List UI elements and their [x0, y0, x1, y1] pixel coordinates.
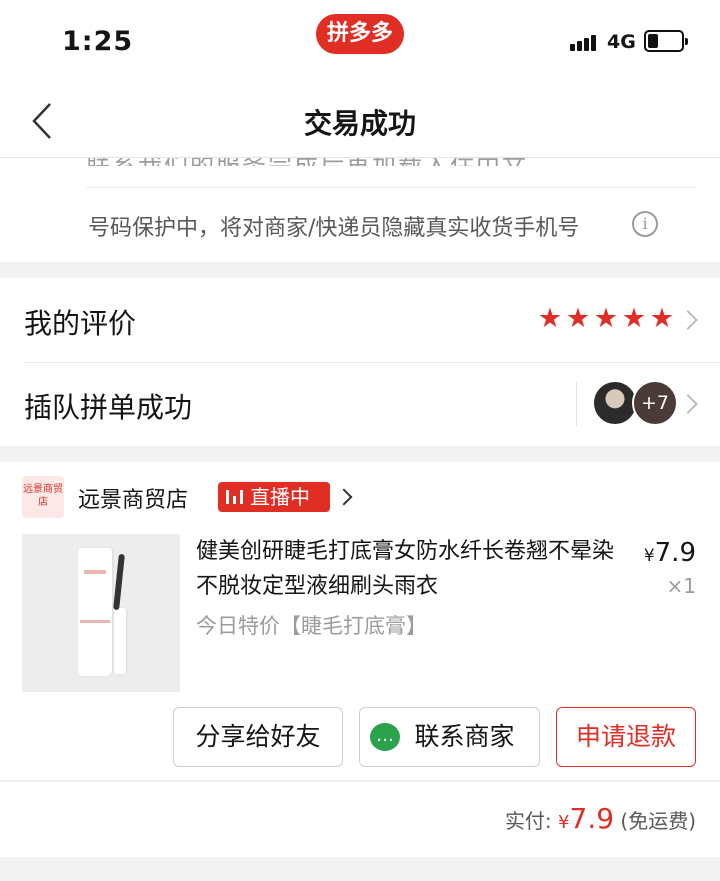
- product-tag: 今日特价【睫毛打底膏】: [196, 614, 427, 638]
- divider: [576, 382, 577, 426]
- star-icon: ★: [621, 303, 647, 334]
- product-price: ¥7.9: [643, 538, 696, 568]
- star-icon: ★: [565, 303, 591, 334]
- group-order-row[interactable]: 插队拼单成功 +7: [0, 362, 720, 446]
- page-title: 交易成功: [303, 107, 416, 140]
- app-badge: 拼多多: [316, 14, 404, 54]
- privacy-note: 号码保护中，将对商家/快递员隐藏真实收货手机号: [88, 216, 580, 241]
- chevron-right-icon[interactable]: [335, 488, 353, 506]
- payment-summary: 实付: ¥7.9 (免运费): [0, 781, 720, 857]
- refund-button[interactable]: 申请退款: [556, 707, 696, 767]
- review-group-section: 我的评价 ★ ★ ★ ★ ★ 插队拼单成功 +7: [0, 278, 720, 446]
- status-time: 1:25: [62, 26, 134, 57]
- divider: [24, 362, 720, 363]
- product-quantity: ×1: [666, 574, 696, 598]
- chevron-right-icon: [678, 394, 698, 414]
- signal-icon: [570, 33, 600, 51]
- star-icon: ★: [649, 303, 675, 334]
- star-icon: ★: [537, 303, 563, 334]
- chevron-right-icon: [678, 310, 698, 330]
- star-icon: ★: [593, 303, 619, 334]
- payment-line: 实付: ¥7.9 (免运费): [504, 802, 696, 835]
- status-bar: 1:25 拼多多 4G: [0, 0, 720, 84]
- avatar-more-count: +7: [632, 380, 678, 426]
- divider: [86, 187, 696, 188]
- group-order-label: 插队拼单成功: [24, 391, 193, 424]
- info-icon[interactable]: i: [632, 211, 658, 237]
- live-icon: [226, 490, 244, 504]
- address-partial-line: 联系我们的服务完成后再加载入住中文: [86, 158, 696, 166]
- battery-icon: [644, 30, 688, 52]
- nav-bar: 交易成功: [0, 84, 720, 158]
- live-badge[interactable]: 直播中: [218, 482, 330, 512]
- product-image[interactable]: [22, 534, 180, 692]
- contact-seller-button[interactable]: … 联系商家: [359, 707, 540, 767]
- address-section: 联系我们的服务完成后再加载入住中文 号码保护中，将对商家/快递员隐藏真实收货手机…: [0, 158, 720, 262]
- shop-name[interactable]: 远景商贸店: [78, 482, 188, 514]
- payment-amount: 7.9: [569, 802, 615, 835]
- product-title[interactable]: 健美创研睫毛打底膏女防水纤长卷翘不晕染不脱妆定型液细刷头雨衣: [196, 534, 626, 604]
- my-review-label: 我的评价: [24, 307, 137, 340]
- network-label: 4G: [607, 31, 636, 53]
- shop-logo[interactable]: 远景商贸店: [22, 476, 64, 518]
- chat-icon: …: [370, 723, 400, 751]
- share-button[interactable]: 分享给好友: [173, 707, 343, 767]
- rating-stars: ★ ★ ★ ★ ★: [537, 303, 675, 334]
- my-review-row[interactable]: 我的评价 ★ ★ ★ ★ ★: [0, 278, 720, 362]
- order-section: 远景商贸店 远景商贸店 直播中 健美创研睫毛打底膏女防水纤长卷翘不晕染不脱妆定型…: [0, 462, 720, 780]
